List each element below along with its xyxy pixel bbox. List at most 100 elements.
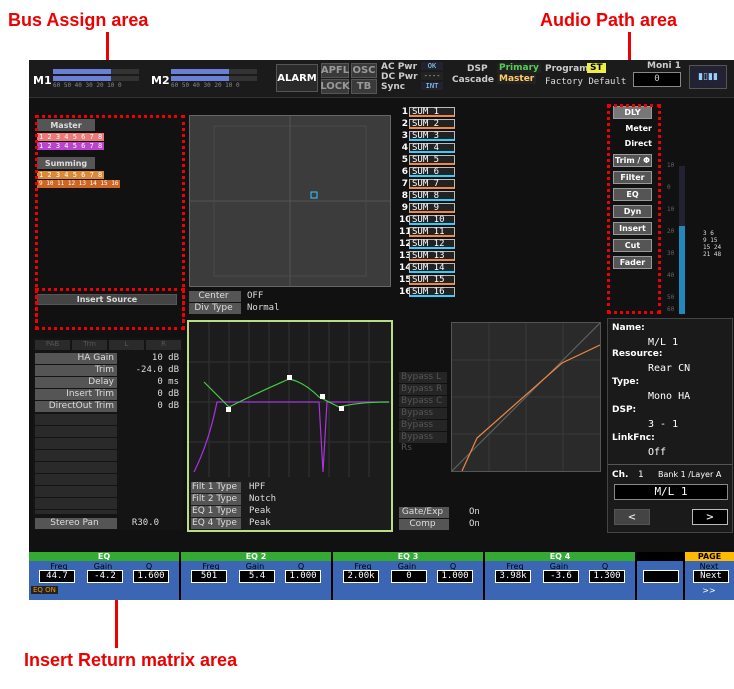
insert-return-matrix: PAB Trm L R HA Gain 10 dB Trim -24.0 dB …: [33, 338, 183, 530]
insert-trim-label[interactable]: Insert Trim: [35, 389, 117, 400]
sum-label: SUM 11: [409, 226, 455, 237]
meter-view-icon[interactable]: ▮▯▮▮: [689, 65, 727, 89]
sum-row[interactable]: 4 SUM 4: [399, 142, 455, 153]
console-screen: M1 60 50 40 30 20 10 0 M2 60 50 40 30 20…: [29, 60, 734, 600]
bypass-l-button[interactable]: Bypass L: [399, 372, 447, 383]
sum-row[interactable]: 6 SUM 6: [399, 166, 455, 177]
eq-band-1-handle: [226, 407, 231, 412]
sum-row[interactable]: 8 SUM 8: [399, 190, 455, 201]
sum-number: 12: [399, 238, 412, 249]
sum-row[interactable]: 2 SUM 2: [399, 118, 455, 129]
eq-graph-panel[interactable]: Filt 1 Type HPF Filt 2 Type Notch EQ 1 T…: [187, 320, 393, 532]
page-section: PAGE Next Next >>: [685, 552, 734, 600]
meter-scale-m30: 30: [667, 250, 675, 257]
div-type-label[interactable]: Div Type: [189, 303, 241, 314]
sum-label: SUM 9: [409, 202, 455, 213]
sum-row[interactable]: 15 SUM 15: [399, 274, 455, 285]
alarm-button[interactable]: ALARM: [276, 64, 318, 92]
directout-trim-label[interactable]: DirectOut Trim: [35, 401, 117, 412]
osc-button[interactable]: OSC: [351, 63, 377, 78]
sum-row[interactable]: 7 SUM 7: [399, 178, 455, 189]
sum-label: SUM 15: [409, 274, 455, 285]
tab-l[interactable]: L: [109, 340, 144, 350]
empty-param-rows: [35, 414, 117, 514]
sum-row[interactable]: 5 SUM 5: [399, 154, 455, 165]
ch-divider: [608, 464, 732, 465]
gate-exp-label[interactable]: Gate/Exp: [399, 507, 449, 518]
m2-meter: 60 50 40 30 20 10 0: [171, 69, 257, 89]
filt1-type-label[interactable]: Filt 1 Type: [191, 482, 241, 493]
dynamics-graph[interactable]: [451, 322, 601, 472]
bank-layer-label: Bank 1 /Layer A: [658, 470, 722, 479]
info-linkfnc-value: Off: [648, 447, 667, 458]
tb-button[interactable]: TB: [351, 79, 377, 94]
eq-section-2: EQ 2 Freq Gain Q 501 5.4 1.000: [181, 552, 331, 600]
apfl-button[interactable]: APFL: [321, 63, 349, 78]
sum-row[interactable]: 11 SUM 11: [399, 226, 455, 237]
sum-row[interactable]: 10 SUM 10: [399, 214, 455, 225]
next-channel-button[interactable]: >: [692, 509, 728, 525]
sum-label: SUM 10: [409, 214, 455, 225]
sum-number: 13: [399, 250, 412, 261]
sum-row[interactable]: 1 SUM 1: [399, 106, 455, 117]
program-name: Factory Default: [545, 77, 627, 87]
bypass-c-button[interactable]: Bypass C: [399, 396, 447, 407]
gain-value-2[interactable]: 5.4: [239, 570, 275, 583]
sum-row[interactable]: 13 SUM 13: [399, 250, 455, 261]
sum-row[interactable]: 9 SUM 9: [399, 202, 455, 213]
gate-exp-value: On: [469, 507, 480, 517]
dc-pwr-label: DC Pwr: [381, 72, 418, 82]
meter-scale-m10: 10: [667, 206, 675, 213]
eq-curve: [189, 322, 391, 477]
freq-value-3[interactable]: 2.00k: [343, 570, 379, 583]
sum-row[interactable]: 12 SUM 12: [399, 238, 455, 249]
bypass-lfe-button[interactable]: Bypass LFE: [399, 408, 447, 429]
gain-value-1[interactable]: -4.2: [87, 570, 123, 583]
filt2-type-label[interactable]: Filt 2 Type: [191, 494, 241, 505]
page-next-button[interactable]: Next: [693, 570, 729, 583]
page-arrows[interactable]: >>: [689, 586, 729, 595]
delay-label[interactable]: Delay: [35, 377, 117, 388]
bypass-r-button[interactable]: Bypass R: [399, 384, 447, 395]
freq-value-2[interactable]: 501: [191, 570, 227, 583]
sum-number: 8: [401, 190, 408, 201]
sum-number: 14: [399, 262, 412, 273]
sum-row[interactable]: 14 SUM 14: [399, 262, 455, 273]
panner-display[interactable]: [189, 115, 391, 287]
prev-channel-button[interactable]: <: [614, 509, 650, 525]
moni-value[interactable]: 0: [633, 72, 681, 87]
sum-label: SUM 4: [409, 142, 455, 153]
tab-r[interactable]: R: [146, 340, 181, 350]
meter-scale-m20: 20: [667, 228, 675, 235]
m2-scale: 60 50 40 30 20 10 0: [171, 82, 240, 89]
bypass-ls-button[interactable]: Bypass Ls: [399, 420, 447, 441]
q-value-1[interactable]: 1.600: [133, 570, 169, 583]
center-label[interactable]: Center: [189, 291, 241, 302]
comp-label[interactable]: Comp: [399, 519, 449, 530]
q-value-3[interactable]: 1.000: [437, 570, 473, 583]
sum-label: SUM 8: [409, 190, 455, 201]
info-resource-value: Rear CN: [648, 363, 691, 374]
tab-trm[interactable]: Trm: [72, 340, 107, 350]
info-panel: Name: M/L 1 Resource: Rear CN Type: Mono…: [607, 318, 733, 533]
ha-gain-label[interactable]: HA Gain: [35, 353, 117, 364]
freq-value-1[interactable]: 44.7: [39, 570, 75, 583]
lock-button[interactable]: LOCK: [320, 79, 350, 94]
q-value-2[interactable]: 1.000: [285, 570, 321, 583]
sum-label: SUM 16: [409, 286, 455, 297]
sum-row[interactable]: 3 SUM 3: [399, 130, 455, 141]
eq4-type-label[interactable]: EQ 4 Type: [191, 518, 241, 529]
bypass-rs-button[interactable]: Bypass Rs: [399, 432, 447, 453]
stereo-pan-label[interactable]: Stereo Pan: [35, 518, 117, 529]
tab-pab[interactable]: PAB: [35, 340, 70, 350]
gain-value-4[interactable]: -3.6: [543, 570, 579, 583]
trim-label[interactable]: Trim: [35, 365, 117, 376]
meter-scale-m40: 40: [667, 272, 675, 279]
eq1-type-label[interactable]: EQ 1 Type: [191, 506, 241, 517]
q-value-4[interactable]: 1.300: [589, 570, 625, 583]
freq-value-4[interactable]: 3.98k: [495, 570, 531, 583]
gain-value-3[interactable]: 0: [391, 570, 427, 583]
sum-row[interactable]: 16 SUM 16: [399, 286, 455, 297]
eq-on-indicator[interactable]: EQ ON: [31, 586, 58, 594]
channel-name-field[interactable]: M/L 1: [614, 484, 728, 500]
